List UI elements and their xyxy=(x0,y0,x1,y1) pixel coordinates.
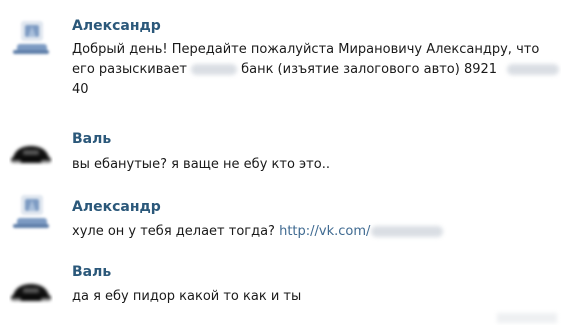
message-fragment: банк (изъятие залогового авто) 8921 xyxy=(241,62,498,77)
message-author[interactable]: Валь xyxy=(72,263,111,281)
avatar[interactable] xyxy=(9,16,53,58)
message-fragment: хуле он у тебя делает тогда? xyxy=(72,224,280,239)
chat-history: Александр Добрый день! Передайте пожалуй… xyxy=(0,0,561,325)
message-author[interactable]: Валь xyxy=(72,130,111,148)
redacted-text xyxy=(191,64,238,75)
redacted-text xyxy=(507,64,560,75)
watermark xyxy=(497,313,557,323)
message-text: вы ебанутые? я ваще не ебу кто это.. xyxy=(72,155,542,175)
message-line: его разыскивает банк (изъятие залогового… xyxy=(72,60,560,80)
message-line: вы ебанутые? я ваще не ебу кто это.. xyxy=(72,157,330,172)
message-line: 40 xyxy=(72,82,89,97)
message-line: Добрый день! Передайте пожалуйста Мирано… xyxy=(72,42,540,57)
message-author[interactable]: Александр xyxy=(72,198,161,216)
message-text: Добрый день! Передайте пожалуйста Мирано… xyxy=(72,40,560,100)
avatar[interactable] xyxy=(9,262,53,304)
message-line: да я ебу пидор какой то как и ты xyxy=(72,289,302,304)
message-text: да я ебу пидор какой то как и ты xyxy=(72,287,542,307)
avatar[interactable] xyxy=(9,190,53,232)
blue-avatar-icon xyxy=(9,16,53,58)
message-author[interactable]: Александр xyxy=(72,17,161,35)
black-car-avatar-icon xyxy=(9,124,53,166)
avatar[interactable] xyxy=(9,124,53,166)
black-car-avatar-icon xyxy=(9,262,53,304)
message-fragment: его разыскивает xyxy=(72,62,192,77)
message-line: хуле он у тебя делает тогда? http://vk.c… xyxy=(72,222,542,242)
message-text: хуле он у тебя делает тогда? http://vk.c… xyxy=(72,222,542,242)
blue-avatar-icon xyxy=(9,190,53,232)
message-link[interactable]: http://vk.com/ xyxy=(279,224,370,239)
redacted-text xyxy=(371,226,444,237)
